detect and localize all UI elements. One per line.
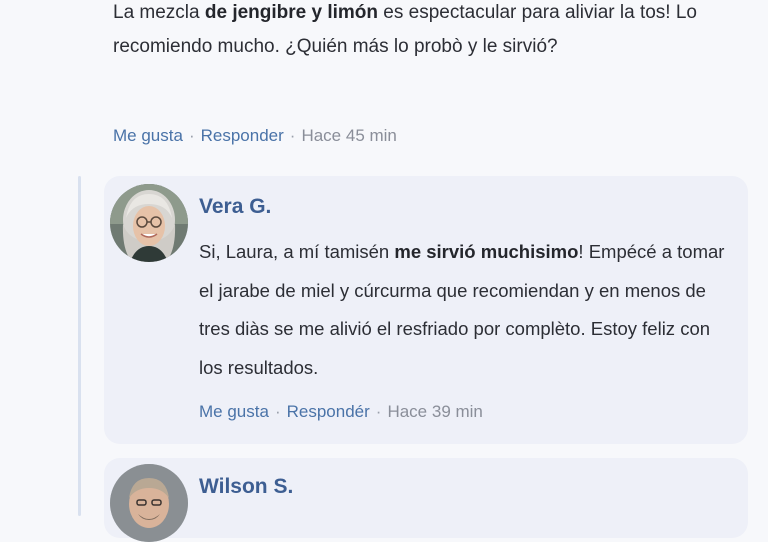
reply-button[interactable]: Respondér — [287, 402, 370, 421]
comment-text: La mezcla de jengibre y limón es especta… — [113, 0, 753, 64]
avatar[interactable] — [110, 464, 188, 542]
like-button[interactable]: Me gusta — [113, 126, 183, 145]
reply-button[interactable]: Responder — [201, 126, 284, 145]
timestamp: Hace 45 min — [301, 126, 397, 145]
thread-line — [78, 176, 81, 516]
avatar-photo-icon — [110, 464, 188, 542]
author-name[interactable]: Wilson S. — [199, 475, 293, 499]
comment-text-bold: de jengibre y limón — [204, 2, 379, 23]
reply-card: Wilson S. — [104, 458, 748, 542]
comment-actions: Me gusta · Responder · Hace 45 min — [113, 126, 397, 146]
reply-actions: Me gusta · Respondér · Hace 39 min — [199, 402, 483, 422]
like-button[interactable]: Me gusta — [199, 402, 269, 421]
author-name[interactable]: Vera G. — [199, 195, 271, 219]
timestamp: Hace 39 min — [387, 402, 483, 421]
separator: · — [274, 402, 281, 421]
separator: · — [188, 126, 195, 145]
avatar-photo-icon — [110, 184, 188, 262]
top-comment: La mezcla de jengibre y limón es especta… — [113, 0, 753, 145]
reply-card: Vera G. Si, Laura, a mí tamisén me sirvi… — [104, 176, 748, 444]
separator: · — [289, 126, 296, 145]
reply-text: Si, Laura, a mí tamisén me sirvió muchis… — [199, 233, 734, 387]
reply-text-bold: me sirvió muchisimo — [394, 241, 579, 262]
comment-text-part: La mezcla — [113, 2, 205, 23]
avatar[interactable] — [110, 184, 188, 262]
separator: · — [375, 402, 382, 421]
reply-text-part: Si, Laura, a mí tamisén — [199, 241, 395, 262]
